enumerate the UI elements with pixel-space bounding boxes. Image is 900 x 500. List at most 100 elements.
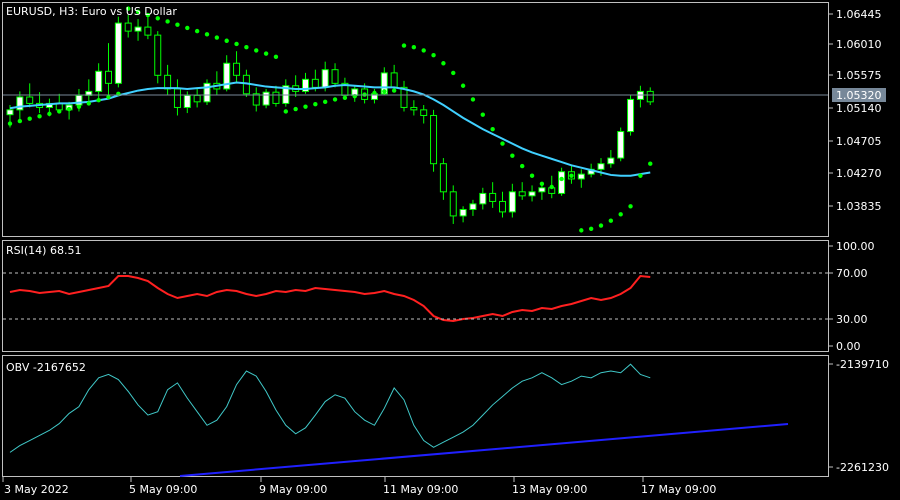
sar-dot [470,97,476,102]
candle-body [262,91,270,106]
sar-dot [7,121,13,126]
rsi-tick: 30.00 [836,313,868,326]
candle-body [607,157,615,165]
sar-dot [313,102,318,107]
candle-body [233,62,241,76]
current-price-tag: 1.05320 [832,88,886,102]
sar-dot [382,89,387,94]
candle-body [193,94,201,103]
current-price-value: 1.05320 [836,89,882,102]
price-tick: 1.05140 [836,102,882,115]
obv-tick: -2261230 [836,461,889,474]
candle-body [164,74,172,90]
sar-dot [57,109,62,114]
candle-body [558,171,566,194]
sar-dot [460,83,466,88]
sar-dot [254,48,259,53]
sar-dot [588,226,594,231]
sar-dot [194,28,200,34]
candle-body [459,208,467,217]
candle-body [410,106,418,111]
candle-body [144,26,152,36]
sar-dot [76,104,82,109]
sar-dot [431,53,436,58]
sar-dot [411,44,417,50]
sar-dot [529,173,535,178]
sar-dot [224,38,229,43]
candle-body [449,191,457,217]
sar-dot [303,104,308,109]
candle-body [617,131,625,159]
sar-dot [648,161,653,166]
rsi-line [9,274,651,323]
sar-dot [204,32,210,37]
sar-dot [293,106,298,112]
sar-dot [37,114,42,119]
obv-tick: -2139710 [836,358,889,371]
price-panel-frame [2,2,829,237]
sar-dot [342,95,348,101]
time-axis: 3 May 2022 5 May 09:00 9 May 09:00 11 Ma… [2,477,716,496]
obv-axis: -2139710 -2261230 [829,358,889,474]
rsi-axis: 100.00 70.00 30.00 0.00 [829,240,875,353]
obv-chart[interactable] [9,363,651,453]
sar-dot [638,173,643,178]
sar-dot [165,19,170,24]
candle-body [183,94,191,108]
candle-body [597,163,605,170]
price-chart[interactable] [6,6,654,233]
price-tick: 1.04705 [836,135,882,148]
candle-body [538,187,546,193]
sar-dot [66,106,72,112]
candle-body [518,191,526,197]
moving-average-line [9,81,651,177]
obv-trend-line[interactable] [179,423,789,477]
candle-body [439,163,447,193]
candle-body [105,70,112,84]
time-tick: 17 May 09:00 [641,483,716,496]
candle-body [420,109,428,116]
symbol-label: EURUSD, H3: Euro vs US Dollar [6,5,177,18]
candle-body [646,90,654,103]
candle-body [272,91,280,104]
sar-dot [490,126,495,132]
candle-body [627,98,635,133]
sar-dot [47,111,52,117]
candle-body [430,114,438,165]
sar-dot [27,116,32,121]
sar-dot [283,109,288,114]
sar-dot [273,54,279,60]
sar-dot [323,99,328,105]
trading-chart[interactable]: EURUSD, H3: Euro vs US Dollar RSI(14) 68… [0,0,900,500]
time-tick: 5 May 09:00 [129,483,197,496]
sar-dot [17,118,23,124]
obv-label: OBV -2167652 [6,361,86,374]
candle-body [173,88,181,108]
candle-body [95,70,103,92]
candle-body [390,72,398,88]
candle-body [134,26,142,32]
sar-dot [569,173,574,178]
sar-dot [579,228,584,233]
rsi-chart[interactable] [9,274,651,323]
price-tick: 1.06010 [836,38,882,51]
candle-body [479,192,487,205]
candle-body [469,203,477,210]
sar-dot [263,51,269,56]
sar-dot [618,212,623,217]
price-tick: 1.04270 [836,167,882,180]
price-tick: 1.03835 [836,200,882,213]
sar-dot [96,98,101,103]
sar-dot [86,101,92,106]
time-tick: 13 May 09:00 [512,483,587,496]
candle-body [577,173,585,180]
candle-body [6,109,14,116]
sar-dot [244,44,249,50]
sar-dot [480,112,485,117]
time-tick: 3 May 2022 [4,483,69,496]
sar-dot [391,88,397,93]
sar-dot [520,163,525,169]
rsi-panel-frame [2,240,829,352]
candle-body [528,191,536,197]
candle-body [114,22,122,84]
